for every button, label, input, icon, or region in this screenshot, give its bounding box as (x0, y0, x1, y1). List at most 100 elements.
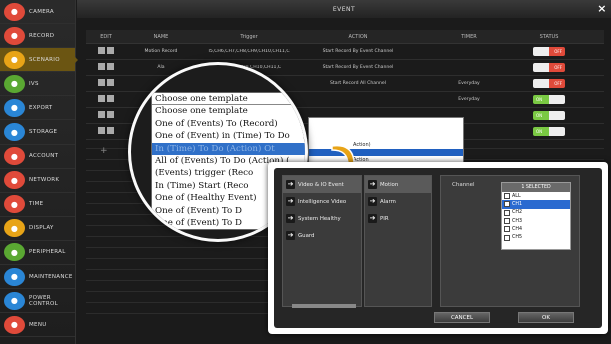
sidebar-item-label: EXPORT (29, 104, 53, 111)
template-option[interactable]: One of (Events) To (Record) (152, 118, 305, 130)
dropdown-current-value[interactable]: Choose one template (152, 93, 305, 106)
trigger-cell: I5,CH6,CH7,CH8,CH9,CH10,CH11,C (208, 49, 290, 54)
template-option[interactable]: In (Time) To Do (Action) Ot (152, 142, 305, 155)
delete-icon[interactable] (107, 95, 114, 102)
list-item[interactable]: ➔ Guard (283, 227, 361, 244)
channel-label: CH2 (512, 210, 523, 216)
sidebar-item-scenario[interactable]: ● SCENARIO (0, 48, 78, 73)
sidebar-item-storage[interactable]: ● STORAGE (0, 120, 75, 145)
ivs-icon: ● (4, 74, 25, 93)
channel-label: CH5 (512, 235, 523, 241)
list-item[interactable]: ➔ PIR (365, 210, 431, 227)
close-icon[interactable]: × (597, 2, 607, 15)
channel-select[interactable]: 1 SELECTED ALL ✓ CH1 CH2 CH3 CH4 CH5 (501, 182, 571, 250)
sidebar-item-label: SCENARIO (29, 56, 60, 63)
ok-button[interactable]: OK (518, 312, 574, 323)
display-icon: ● (4, 219, 25, 238)
edit-icon[interactable] (98, 63, 105, 70)
sidebar-item-network[interactable]: ● NETWORK (0, 169, 75, 193)
checkbox-icon[interactable] (504, 218, 510, 225)
list-item[interactable]: ➔ Video & IO Event (283, 176, 361, 193)
status-cell: OFF (524, 79, 574, 88)
list-item[interactable]: ➔ Alarm (365, 193, 431, 210)
peripheral-icon: ● (4, 243, 25, 262)
page-title: EVENT (332, 5, 356, 13)
export-icon: ● (4, 98, 25, 117)
sidebar-item-display[interactable]: ● DISPLAY (0, 217, 75, 241)
menu-icon: ● (4, 315, 25, 334)
status-toggle[interactable]: ON (533, 127, 565, 136)
arrow-right-icon: ➔ (368, 214, 377, 223)
sidebar-item-menu[interactable]: ● MENU (0, 313, 75, 338)
template-option[interactable]: One of (Event) in (Time) To Do (152, 130, 305, 142)
sidebar-item-camera[interactable]: ● CAMERA (0, 0, 75, 25)
status-toggle[interactable]: OFF (533, 47, 565, 56)
sidebar-item-maintenance[interactable]: ● MAINTENANCE (0, 265, 75, 290)
sidebar-item-time[interactable]: ● TIME (0, 193, 75, 217)
event-type-list: ➔ Motion ➔ Alarm ➔ PIR (364, 175, 432, 307)
timer-cell: Everyday (458, 97, 480, 102)
channel-option[interactable]: ALL (502, 192, 570, 200)
checkbox-icon[interactable] (504, 209, 510, 216)
template-option[interactable]: Choose one template (152, 105, 305, 117)
edit-icon[interactable] (98, 127, 105, 134)
cancel-button[interactable]: CANCEL (434, 312, 490, 323)
checkbox-icon[interactable] (504, 226, 510, 233)
channel-option[interactable]: CH3 (502, 217, 570, 225)
edit-icon[interactable] (98, 95, 105, 102)
column-header-status: STATUS (539, 33, 559, 40)
list-item[interactable]: ➔ Motion (365, 176, 431, 193)
status-toggle[interactable]: ON (533, 95, 565, 104)
sidebar-item-export[interactable]: ● EXPORT (0, 96, 75, 121)
list-item-label: Video & IO Event (298, 181, 344, 188)
column-header-timer: TIMER (461, 33, 477, 40)
sidebar-item-account[interactable]: ● ACCOUNT (0, 145, 75, 169)
edit-icon[interactable] (98, 111, 105, 118)
delete-icon[interactable] (107, 127, 114, 134)
status-cell: OFF (524, 47, 574, 56)
channel-option[interactable]: CH5 (502, 233, 570, 241)
delete-icon[interactable] (107, 63, 114, 70)
list-item[interactable]: ➔ Intelligence Video (283, 193, 361, 210)
table-row[interactable]: AlaCH7,CH8,CH9,CH10,CH11,CStart Record B… (86, 60, 604, 76)
sidebar: ● CAMERA ● RECORD ● SCENARIO ● IVS ● EXPORT ● STORA… (0, 0, 78, 344)
sidebar-item-record[interactable]: ● RECORD (0, 24, 75, 49)
channel-label: CH3 (512, 218, 523, 224)
sidebar-item-peripheral[interactable]: ● PERIPHERAL (0, 241, 75, 266)
delete-icon[interactable] (107, 79, 114, 86)
channel-option[interactable]: CH4 (502, 225, 570, 233)
add-event-button[interactable]: + (100, 146, 108, 156)
horizontal-scrollbar[interactable] (292, 304, 356, 308)
table-row[interactable]: Motion Record I5,CH6,CH7,CH8,CH9,CH10,CH1… (86, 44, 604, 60)
sidebar-item-power-control[interactable]: ● POWER CONTROL (0, 289, 75, 314)
edit-cell (86, 47, 126, 56)
edit-icon[interactable] (98, 47, 105, 54)
status-toggle[interactable]: OFF (533, 79, 565, 88)
event-category-list: ➔ Video & IO Event ➔ Intelligence Video ➔ Sys… (282, 175, 362, 307)
checkbox-icon[interactable] (504, 193, 510, 200)
sidebar-item-label: NETWORK (29, 177, 60, 184)
channel-option[interactable]: CH2 (502, 209, 570, 217)
channel-option[interactable]: ✓ CH1 (502, 200, 570, 209)
status-toggle[interactable]: ON (533, 111, 565, 120)
sidebar-item-label: TIME (29, 201, 44, 208)
column-header-action: ACTION (348, 33, 368, 40)
arrow-right-icon: ➔ (286, 197, 295, 206)
status-cell: OFF (524, 63, 574, 72)
status-toggle[interactable]: OFF (533, 63, 565, 72)
delete-icon[interactable] (107, 47, 114, 54)
channel-label: Channel (452, 182, 475, 188)
delete-icon[interactable] (107, 111, 114, 118)
channel-label: ALL (512, 193, 521, 199)
sidebar-item-label: PERIPHERAL (29, 249, 66, 256)
sidebar-item-label: DISPLAY (29, 225, 54, 232)
maintenance-icon: ● (4, 267, 25, 286)
edit-cell (86, 63, 126, 72)
sidebar-item-ivs[interactable]: ● IVS (0, 72, 75, 97)
time-icon: ● (4, 195, 25, 214)
channel-select-header[interactable]: 1 SELECTED (502, 183, 570, 192)
checkbox-icon[interactable] (504, 234, 510, 241)
edit-icon[interactable] (98, 79, 105, 86)
checkbox-icon[interactable]: ✓ (504, 201, 510, 208)
list-item[interactable]: ➔ System Healthy (283, 210, 361, 227)
